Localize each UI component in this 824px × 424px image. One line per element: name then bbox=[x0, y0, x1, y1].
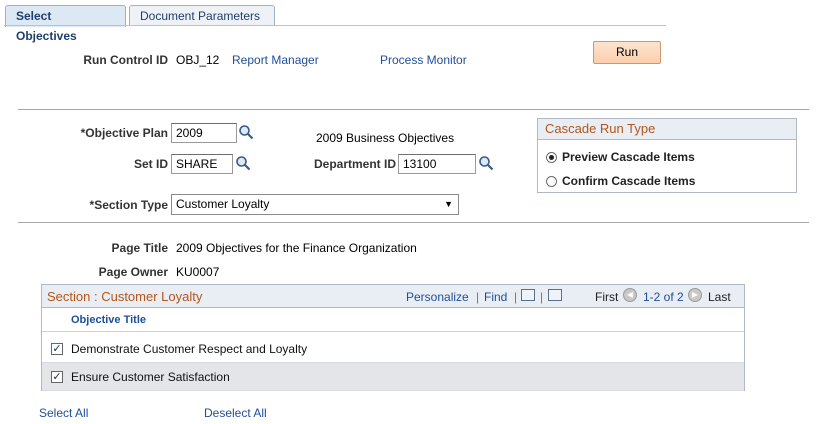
department-id-label: Department ID bbox=[313, 157, 396, 171]
department-id-input[interactable]: 13100 bbox=[398, 154, 476, 174]
next-arrow-icon[interactable]: ▶ bbox=[688, 288, 702, 302]
objectives-grid: Section : Customer Loyalty Personalize |… bbox=[41, 284, 745, 391]
run-button[interactable]: Run bbox=[593, 41, 661, 64]
radio-confirm-cascade-label: Confirm Cascade Items bbox=[562, 174, 696, 188]
divider-middle bbox=[18, 222, 809, 223]
deselect-all-link[interactable]: Deselect All bbox=[204, 406, 267, 420]
personalize-link[interactable]: Personalize bbox=[406, 290, 469, 304]
run-control-value: OBJ_12 bbox=[176, 53, 220, 67]
cascade-run-type-group: Cascade Run Type Preview Cascade Items C… bbox=[537, 118, 797, 193]
row-checkbox[interactable]: ✓ bbox=[51, 371, 63, 383]
setid-input[interactable]: SHARE bbox=[171, 154, 233, 174]
page-title-label: Page Title bbox=[111, 241, 168, 255]
table-row: ✓ Ensure Customer Satisfaction bbox=[42, 363, 744, 391]
first-label: First bbox=[595, 290, 619, 304]
objective-plan-label: *Objective Plan bbox=[80, 126, 168, 140]
chevron-down-icon: ▼ bbox=[444, 199, 453, 209]
table-row: ✓ Demonstrate Customer Respect and Loyal… bbox=[42, 335, 744, 363]
row-title: Ensure Customer Satisfaction bbox=[71, 370, 230, 384]
tab-document-parameters[interactable]: Document Parameters bbox=[129, 5, 275, 26]
find-link[interactable]: Find bbox=[484, 290, 507, 304]
objective-plan-description: 2009 Business Objectives bbox=[316, 131, 455, 145]
radio-preview-cascade-label: Preview Cascade Items bbox=[562, 150, 695, 164]
row-range: 1-2 of 2 bbox=[643, 290, 684, 304]
section-type-label: *Section Type bbox=[89, 198, 168, 212]
cascade-run-type-title: Cascade Run Type bbox=[538, 119, 796, 140]
objective-plan-input[interactable]: 2009 bbox=[171, 123, 237, 143]
tab-select-objectives[interactable]: Select Objectives bbox=[5, 5, 126, 43]
section-type-select[interactable]: Customer Loyalty ▼ bbox=[171, 194, 459, 215]
column-objective-title[interactable]: Objective Title bbox=[71, 314, 146, 326]
page-owner-label: Page Owner bbox=[98, 265, 168, 279]
select-all-link[interactable]: Select All bbox=[39, 406, 88, 420]
process-monitor-link[interactable]: Process Monitor bbox=[380, 53, 467, 67]
divider-top bbox=[18, 109, 809, 110]
department-id-lookup-icon[interactable] bbox=[478, 155, 494, 171]
section-type-value: Customer Loyalty bbox=[176, 197, 270, 211]
report-manager-link[interactable]: Report Manager bbox=[232, 53, 319, 67]
run-control-label: Run Control ID bbox=[83, 53, 168, 67]
last-label: Last bbox=[708, 290, 731, 304]
download-icon[interactable] bbox=[548, 289, 562, 301]
page-owner-value: KU0007 bbox=[176, 265, 220, 279]
grid-header: Section : Customer Loyalty Personalize |… bbox=[42, 285, 744, 308]
previous-arrow-icon[interactable]: ◀ bbox=[623, 288, 637, 302]
column-header: Objective Title bbox=[42, 309, 744, 332]
view-all-icon[interactable] bbox=[521, 289, 535, 301]
setid-lookup-icon[interactable] bbox=[235, 155, 251, 171]
objective-plan-lookup-icon[interactable] bbox=[238, 124, 254, 140]
page-title-value: 2009 Objectives for the Finance Organiza… bbox=[176, 241, 417, 255]
row-title: Demonstrate Customer Respect and Loyalty bbox=[71, 342, 308, 356]
row-checkbox[interactable]: ✓ bbox=[51, 343, 63, 355]
grid-title: Section : Customer Loyalty bbox=[47, 289, 203, 304]
radio-confirm-cascade[interactable] bbox=[546, 176, 557, 187]
tab-divider bbox=[4, 25, 666, 26]
radio-preview-cascade[interactable] bbox=[546, 152, 557, 163]
setid-label: Set ID bbox=[133, 157, 168, 171]
